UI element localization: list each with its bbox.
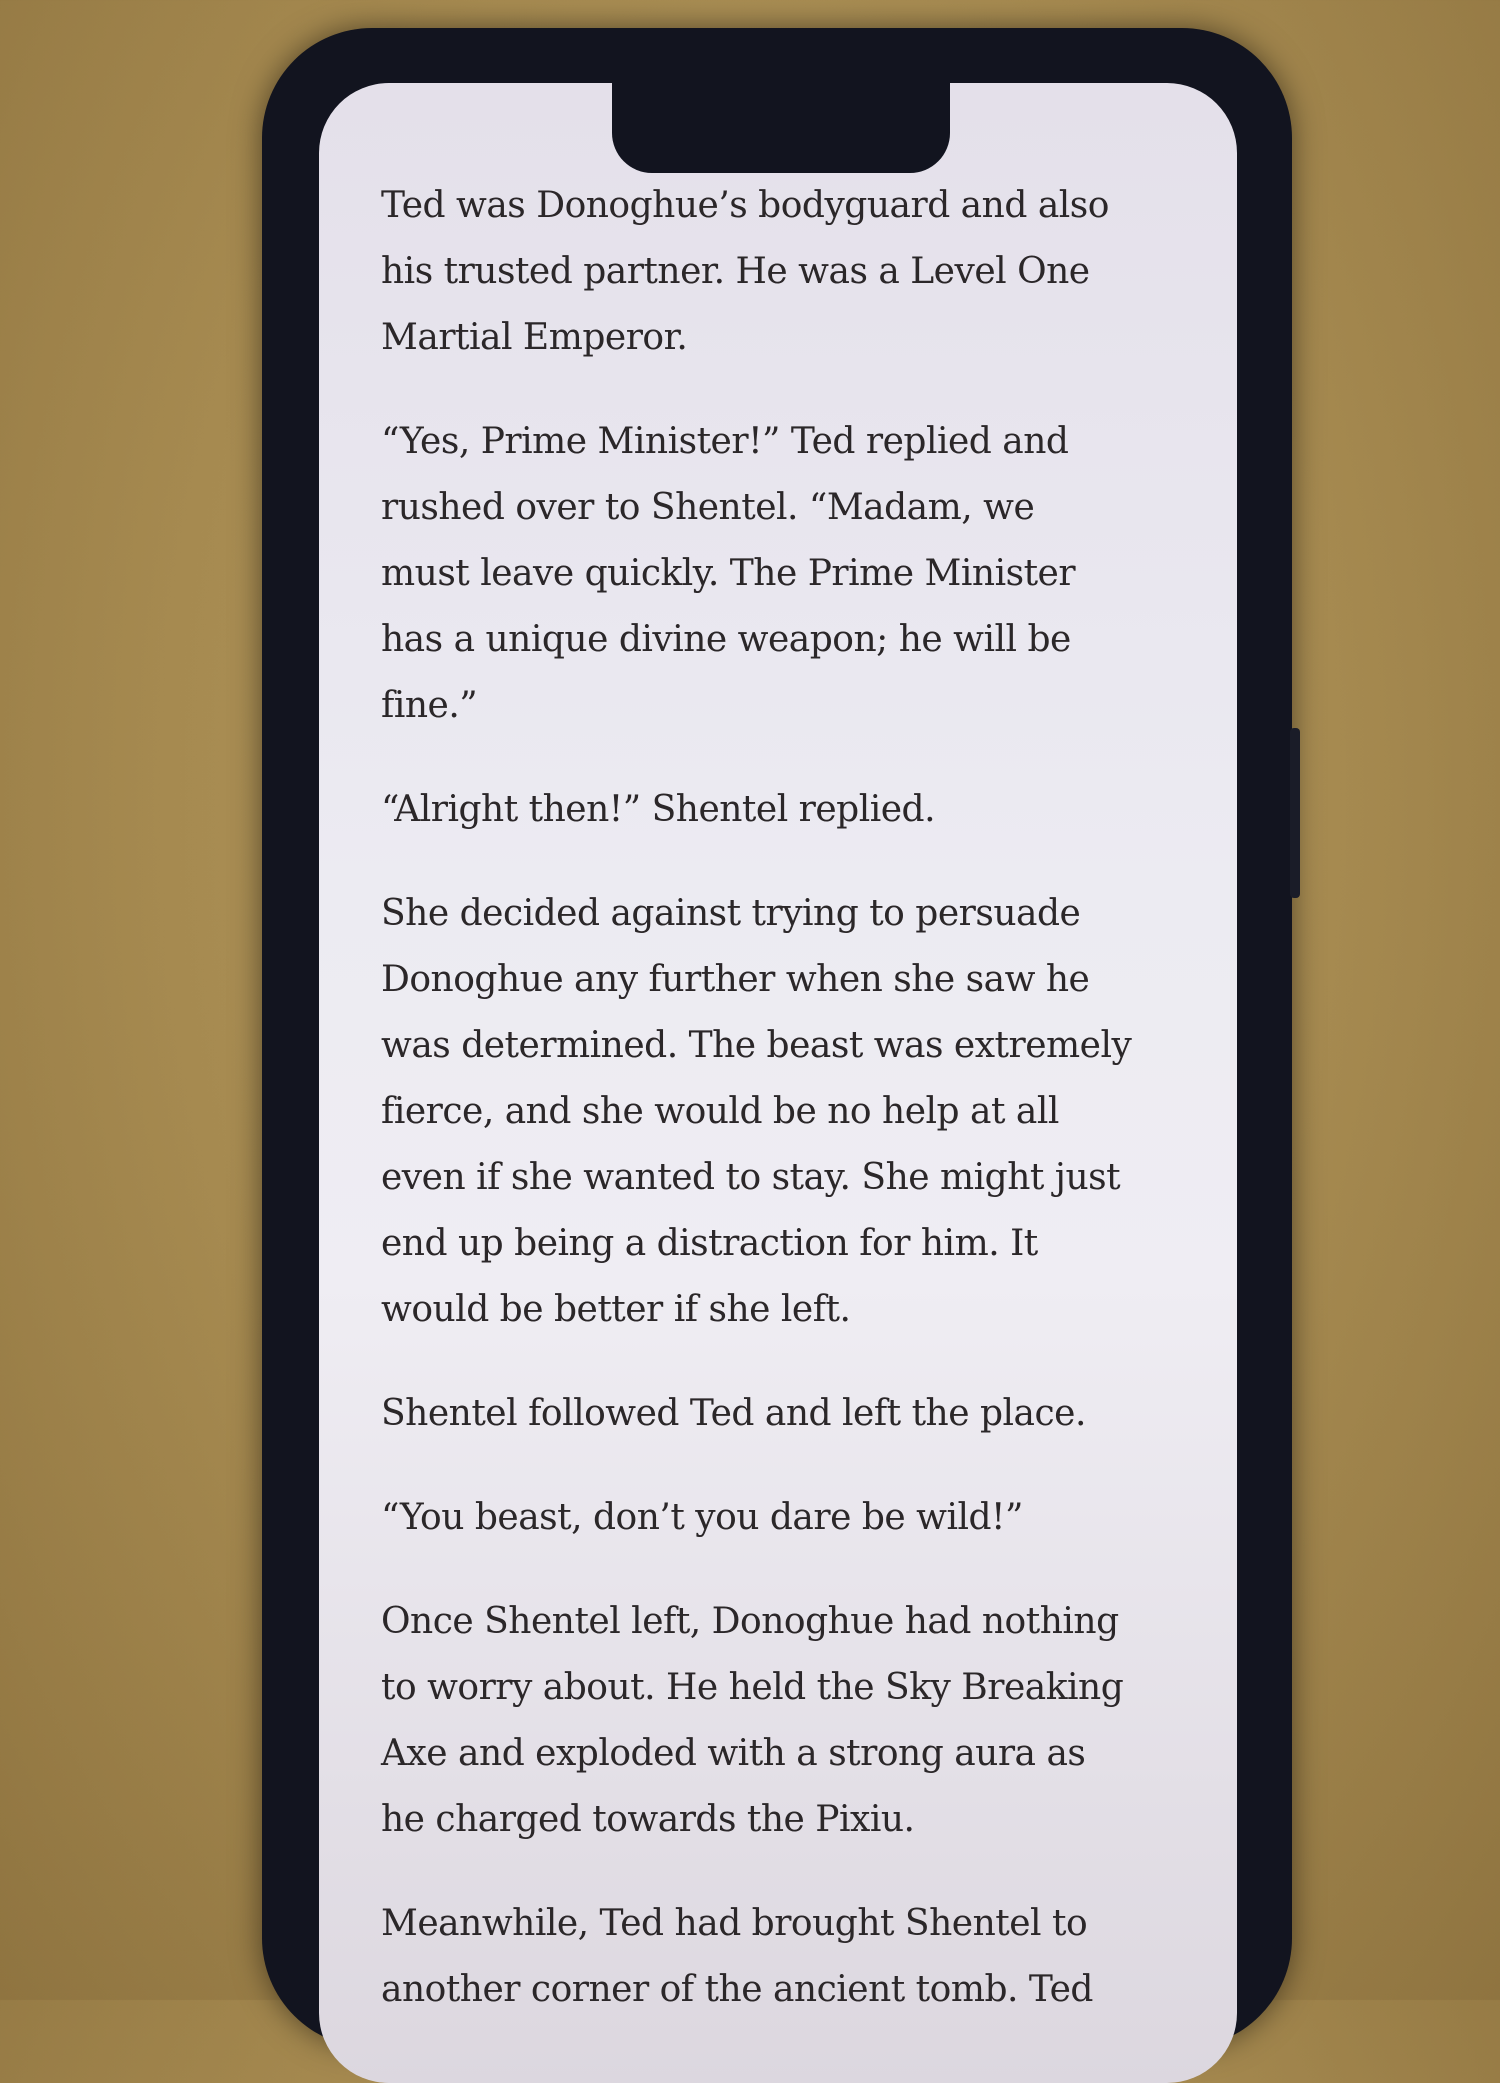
text-line: “Yes, Prime Minister!” Ted replied and — [381, 421, 1069, 462]
text-line: to worry about. He held the Sky Breaking — [381, 1667, 1124, 1708]
text-line: Shentel followed Ted and left the place. — [381, 1393, 1086, 1434]
text-line: another corner of the ancient tomb. Ted — [381, 1969, 1093, 2010]
text-line: Once Shentel left, Donoghue had nothing — [381, 1601, 1119, 1642]
text-line: has a unique divine weapon; he will be — [381, 619, 1071, 660]
text-line: Axe and exploded with a strong aura as — [381, 1733, 1086, 1774]
reader-screen[interactable]: Ted was Donoghue’s bodyguard and also his… — [319, 83, 1237, 2083]
phone-device: Ted was Donoghue’s bodyguard and also his… — [262, 28, 1300, 2083]
paragraph: Shentel followed Ted and left the place. — [381, 1381, 1181, 1447]
text-line: Martial Emperor. — [381, 317, 688, 358]
text-line: fierce, and she would be no help at all — [381, 1091, 1059, 1132]
text-line: he charged towards the Pixiu. — [381, 1799, 915, 1840]
text-line: must leave quickly. The Prime Minister — [381, 553, 1076, 594]
paragraph: Ted was Donoghue’s bodyguard and also his… — [381, 173, 1181, 371]
text-line: end up being a distraction for him. It — [381, 1223, 1038, 1264]
paragraph: “You beast, don’t you dare be wild!” — [381, 1485, 1181, 1551]
paragraph: “Alright then!” Shentel replied. — [381, 777, 1181, 843]
text-line: fine.” — [381, 685, 478, 726]
paragraph: “Yes, Prime Minister!” Ted replied and ru… — [381, 409, 1181, 739]
text-line: “Alright then!” Shentel replied. — [381, 789, 936, 830]
chapter-text: Ted was Donoghue’s bodyguard and also his… — [381, 173, 1181, 2061]
paragraph: She decided against trying to persuade Do… — [381, 881, 1181, 1343]
text-line: his trusted partner. He was a Level One — [381, 251, 1090, 292]
side-button — [1290, 728, 1300, 898]
text-line: She decided against trying to persuade — [381, 893, 1081, 934]
text-line: “You beast, don’t you dare be wild!” — [381, 1497, 1023, 1538]
text-line: Ted was Donoghue’s bodyguard and also — [381, 185, 1109, 226]
paragraph: Meanwhile, Ted had brought Shentel to ano… — [381, 1891, 1181, 2023]
text-line: Donoghue any further when she saw he — [381, 959, 1090, 1000]
display-notch — [612, 83, 950, 173]
text-line: even if she wanted to stay. She might ju… — [381, 1157, 1121, 1198]
text-line: would be better if she left. — [381, 1289, 851, 1330]
text-line: Meanwhile, Ted had brought Shentel to — [381, 1903, 1088, 1944]
text-line: was determined. The beast was extremely — [381, 1025, 1132, 1066]
text-line: rushed over to Shentel. “Madam, we — [381, 487, 1035, 528]
paragraph: Once Shentel left, Donoghue had nothing t… — [381, 1589, 1181, 1853]
